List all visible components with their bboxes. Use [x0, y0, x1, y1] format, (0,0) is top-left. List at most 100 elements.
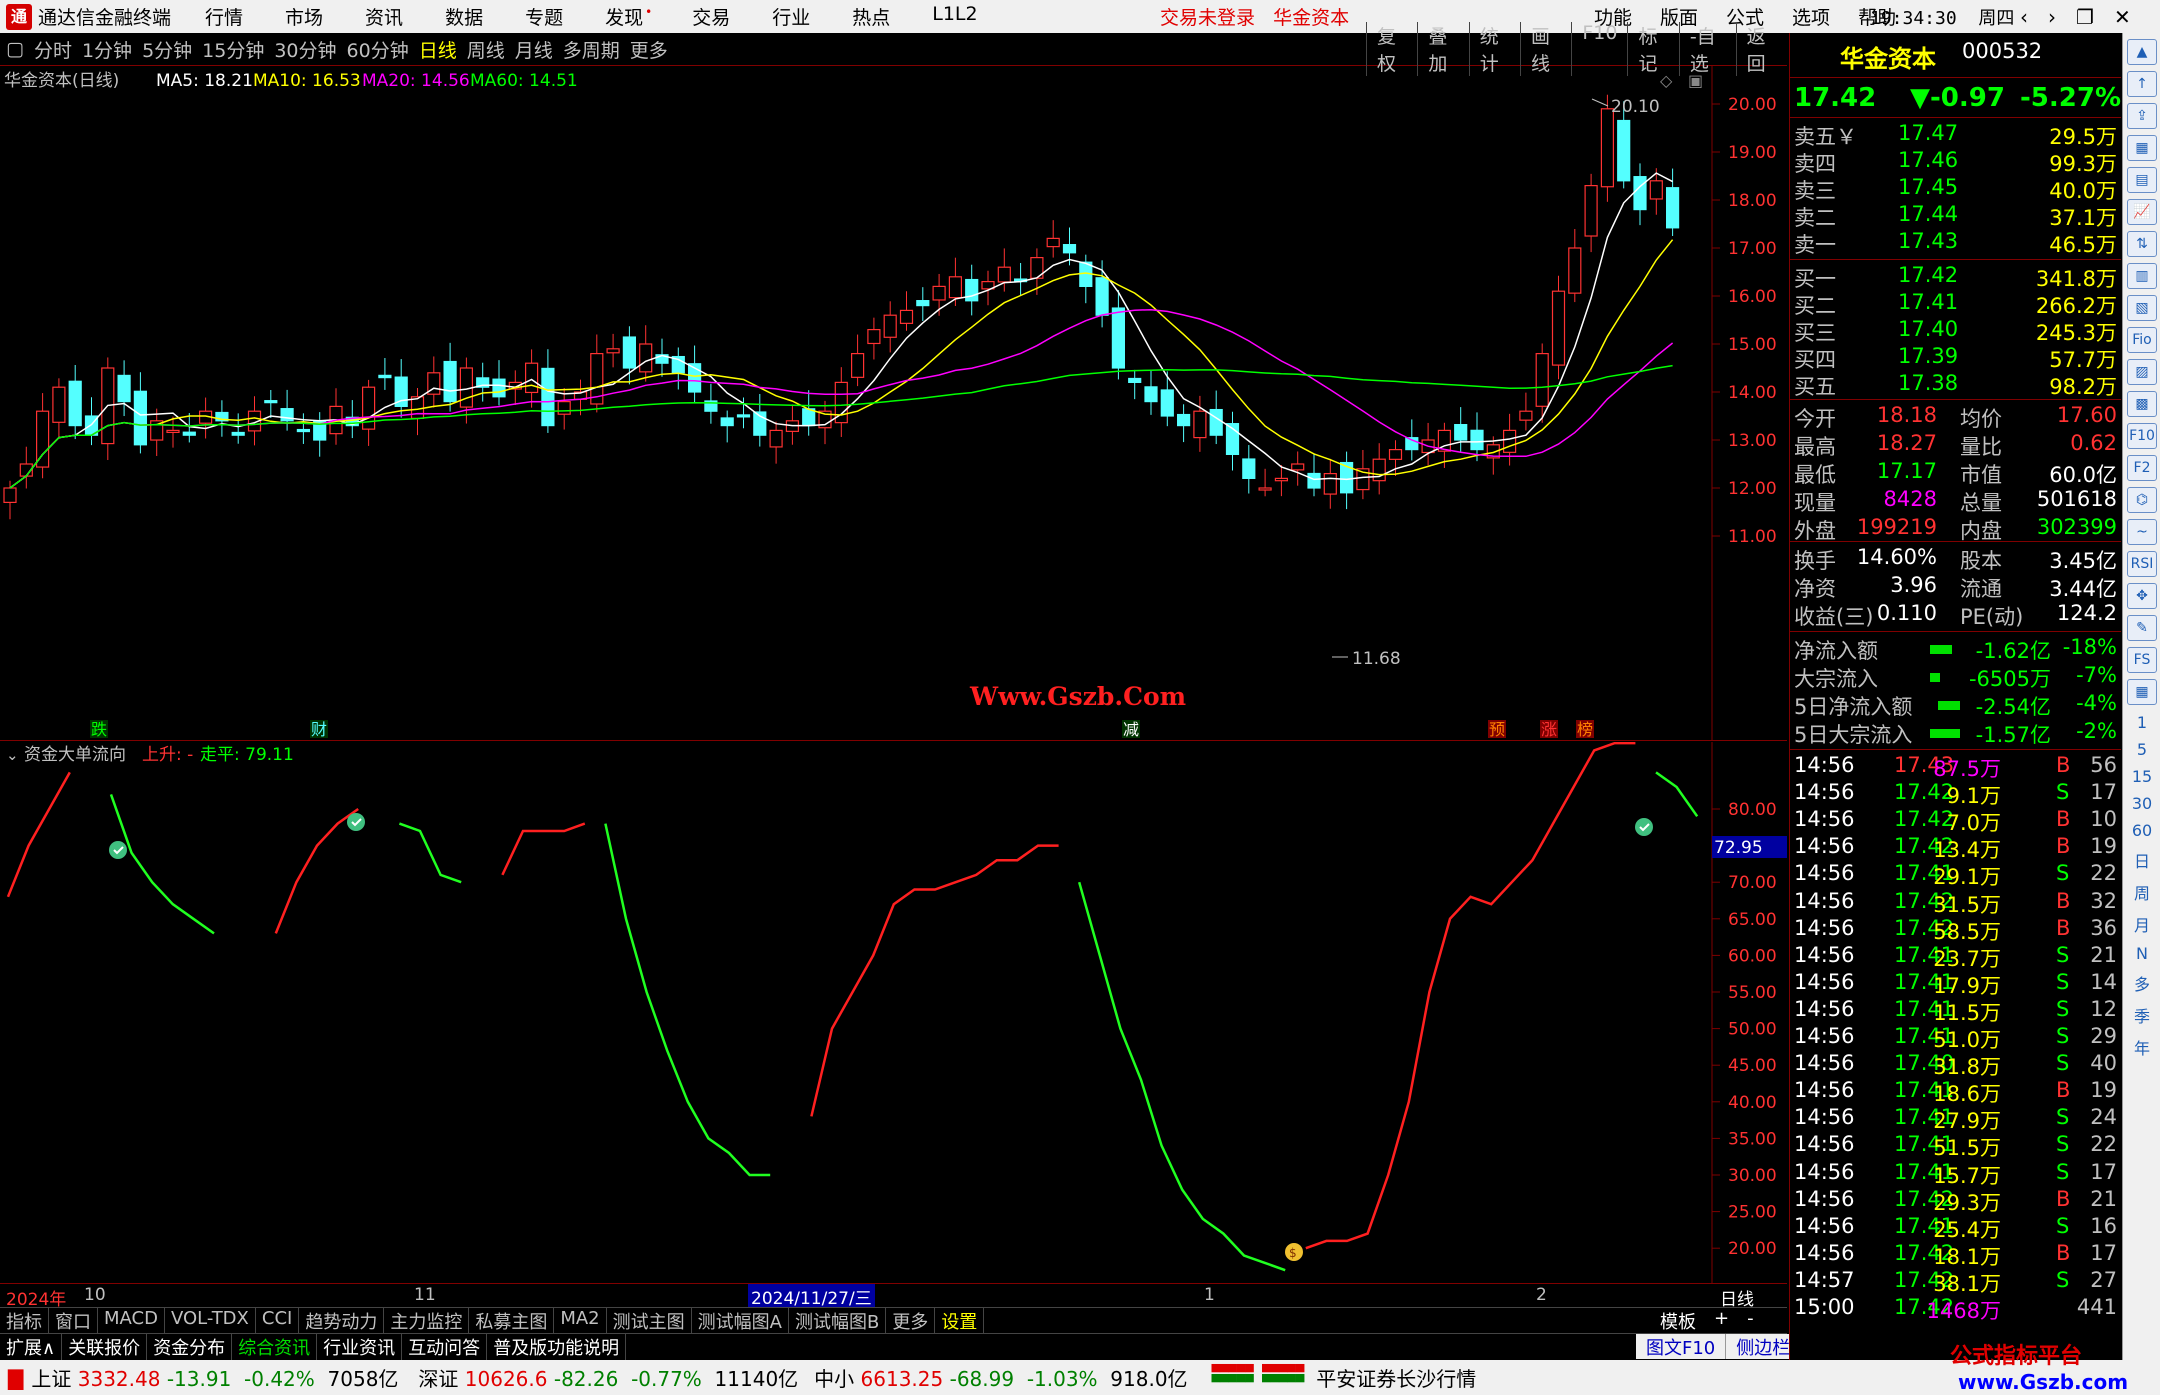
- indicator-chart[interactable]: 80.0075.0070.0065.0060.0055.0050.0045.00…: [0, 741, 1787, 1283]
- diamond-icon[interactable]: ◇: [1660, 71, 1673, 90]
- menu-item-9[interactable]: L1L2: [932, 3, 977, 30]
- period-tab-9[interactable]: 多周期: [563, 36, 620, 63]
- indicator-tab-0[interactable]: 指标: [0, 1308, 49, 1333]
- side-number-0[interactable]: 1: [2123, 713, 2160, 732]
- period-tab-1[interactable]: 1分钟: [82, 36, 132, 63]
- indicator-tab-12[interactable]: 更多: [886, 1308, 936, 1333]
- window-icon[interactable]: ▣: [1688, 71, 1703, 90]
- ext-right-0[interactable]: 图文F10: [1636, 1334, 1727, 1359]
- collapse-sub-icon[interactable]: ⌄: [6, 746, 19, 764]
- period-tab-7[interactable]: 周线: [467, 36, 505, 63]
- stat-row-1[interactable]: 最高 18.27 量比 0.62: [1790, 431, 2121, 459]
- ext-tab-6[interactable]: 普及版功能说明: [487, 1334, 627, 1360]
- ask-row-0[interactable]: 卖五￥ 17.47 29.5万: [1790, 121, 2121, 149]
- tick-row-12[interactable]: 14:56 17.41 18.6万 B 19: [1790, 1078, 2121, 1106]
- side-number-4[interactable]: 60: [2123, 821, 2160, 840]
- fund-row-2[interactable]: 收益(三) 0.110 PE(动) 124.2: [1790, 601, 2121, 629]
- tick-row-1[interactable]: 14:56 17.42 9.1万 S 17: [1790, 780, 2121, 808]
- tick-row-8[interactable]: 14:56 17.41 17.9万 S 14: [1790, 970, 2121, 998]
- tick-row-5[interactable]: 14:56 17.42 31.5万 B 32: [1790, 889, 2121, 917]
- tick-row-4[interactable]: 14:56 17.41 29.1万 S 22: [1790, 861, 2121, 889]
- tick-row-7[interactable]: 14:56 17.41 23.7万 S 21: [1790, 943, 2121, 971]
- ext-tab-0[interactable]: 扩展∧: [0, 1334, 63, 1360]
- panel-icon[interactable]: ▧: [2127, 295, 2157, 321]
- period-tab-10[interactable]: 更多: [630, 36, 668, 63]
- price-row[interactable]: 17.42 ▼-0.97 -5.27%: [1790, 83, 2121, 113]
- rsi-icon[interactable]: RSI: [2127, 551, 2157, 577]
- sz-index[interactable]: 深证 10626.6 -82.26 -0.77% 11140亿: [418, 1363, 798, 1392]
- menu-item-0[interactable]: 行情: [205, 3, 243, 30]
- indicator-tab-13[interactable]: 设置: [935, 1308, 985, 1333]
- side-period-6[interactable]: 年: [2123, 1035, 2160, 1059]
- side-period-2[interactable]: 月: [2123, 912, 2160, 936]
- tick-row-19[interactable]: 14:57 17.42 38.1万 S 27: [1790, 1268, 2121, 1296]
- back-icon[interactable]: ‹: [2020, 5, 2028, 29]
- event-marker[interactable]: 榜: [1577, 720, 1593, 739]
- template-control-2[interactable]: -: [1747, 1308, 1754, 1334]
- period-tab-5[interactable]: 60分钟: [347, 36, 409, 63]
- indicator-tab-3[interactable]: VOL-TDX: [165, 1308, 256, 1333]
- template-control-1[interactable]: +: [1714, 1308, 1729, 1334]
- stat-row-3[interactable]: 现量 8428 总量 501618: [1790, 487, 2121, 515]
- event-marker[interactable]: 预: [1489, 720, 1505, 739]
- up-icon[interactable]: ▲: [2127, 39, 2157, 65]
- menu-item-1[interactable]: 市场: [285, 3, 323, 30]
- indicator-tab-2[interactable]: MACD: [98, 1308, 165, 1333]
- tick-row-3[interactable]: 14:56 17.42 13.4万 B 19: [1790, 834, 2121, 862]
- f2-icon[interactable]: F2: [2127, 455, 2157, 481]
- tick-row-2[interactable]: 14:56 17.42 7.0万 B 10: [1790, 807, 2121, 835]
- grid2-icon[interactable]: ▦: [2127, 679, 2157, 705]
- stat-row-2[interactable]: 最低 17.17 市值 60.0亿: [1790, 459, 2121, 487]
- table-icon[interactable]: ▥: [2127, 263, 2157, 289]
- tick-row-15[interactable]: 14:56 17.41 15.7万 S 17: [1790, 1160, 2121, 1188]
- tick-row-6[interactable]: 14:56 17.42 58.5万 B 36: [1790, 916, 2121, 944]
- collapse-icon[interactable]: ▢: [6, 38, 24, 60]
- fund-row-0[interactable]: 换手 14.60% 股本 3.45亿: [1790, 545, 2121, 573]
- fio-icon[interactable]: Fio: [2127, 327, 2157, 353]
- event-marker[interactable]: 减: [1123, 720, 1139, 739]
- ask-row-1[interactable]: 卖四 17.46 99.3万: [1790, 148, 2121, 176]
- tick-row-0[interactable]: 14:56 17.43 87.5万 B 56: [1790, 753, 2121, 781]
- ask-row-2[interactable]: 卖三 17.45 40.0万: [1790, 175, 2121, 203]
- fs-icon[interactable]: FS: [2127, 647, 2157, 673]
- upload-icon[interactable]: ⇪: [2127, 103, 2157, 129]
- tick-row-20[interactable]: 15:00 17.42 1468万 441: [1790, 1295, 2121, 1323]
- sh-index[interactable]: 上证 3332.48 -13.91 -0.42% 7058亿: [31, 1363, 398, 1392]
- side-period-5[interactable]: 季: [2123, 1003, 2160, 1027]
- zx-index[interactable]: 中小 6613.25 -68.99 -1.03% 918.0亿: [814, 1363, 1187, 1392]
- kline-chart[interactable]: 20.00 19.00 18.00 17.00 16.00 15.00 14.00 13.00…: [0, 66, 1787, 741]
- indicator-tab-10[interactable]: 测试幅图A: [692, 1308, 789, 1333]
- fund-row-1[interactable]: 净资 3.96 流通 3.44亿: [1790, 573, 2121, 601]
- indicator-tab-8[interactable]: MA2: [554, 1308, 607, 1333]
- hatch-icon[interactable]: ▨: [2127, 359, 2157, 385]
- tick-row-9[interactable]: 14:56 17.41 11.5万 S 12: [1790, 997, 2121, 1025]
- period-tab-4[interactable]: 30分钟: [274, 36, 336, 63]
- bid-row-0[interactable]: 买一 17.42 341.8万: [1790, 263, 2121, 291]
- period-tab-8[interactable]: 月线: [515, 36, 553, 63]
- event-marker[interactable]: 涨: [1541, 720, 1557, 739]
- line-chart-icon[interactable]: 📈: [2127, 199, 2157, 225]
- close-icon[interactable]: ✕: [2114, 5, 2131, 29]
- menu-item-3[interactable]: 数据: [445, 3, 483, 30]
- event-marker[interactable]: 财: [311, 720, 327, 739]
- indicator-tab-7[interactable]: 私募主图: [469, 1308, 555, 1333]
- period-tab-3[interactable]: 15分钟: [202, 36, 264, 63]
- login-status[interactable]: 交易未登录 华金资本: [1160, 3, 1349, 30]
- list-icon[interactable]: ▤: [2127, 167, 2157, 193]
- pen-icon[interactable]: ✎: [2127, 615, 2157, 641]
- right-menu-3[interactable]: 选项: [1792, 3, 1830, 30]
- ask-row-4[interactable]: 卖一 17.43 46.5万: [1790, 229, 2121, 257]
- forward-icon[interactable]: ›: [2048, 5, 2056, 29]
- bid-row-4[interactable]: 买五 17.38 98.2万: [1790, 371, 2121, 399]
- tick-row-11[interactable]: 14:56 17.40 31.8万 S 40: [1790, 1051, 2121, 1079]
- indicator-tab-1[interactable]: 窗口: [49, 1308, 98, 1333]
- ext-tab-1[interactable]: 关联报价: [62, 1334, 148, 1360]
- broker-name[interactable]: 平安证券长沙行情: [1316, 1363, 1476, 1392]
- side-period-3[interactable]: N: [2123, 944, 2160, 963]
- side-period-1[interactable]: 周: [2123, 880, 2160, 904]
- quote-header[interactable]: 华金资本 000532: [1790, 39, 2121, 73]
- arrow-up-icon[interactable]: ↑: [2127, 71, 2157, 97]
- ext-tab-5[interactable]: 互动问答: [402, 1334, 488, 1360]
- menu-item-7[interactable]: 行业: [772, 3, 810, 30]
- swap-icon[interactable]: ⇅: [2127, 231, 2157, 257]
